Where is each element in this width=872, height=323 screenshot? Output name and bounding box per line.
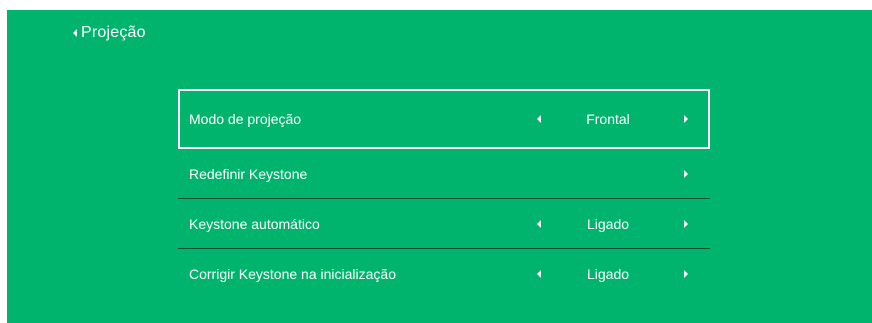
menu-item-startup-keystone[interactable]: Corrigir Keystone na inicialização Ligad… <box>178 249 710 299</box>
caret-right-icon[interactable] <box>684 219 688 228</box>
caret-left-icon[interactable] <box>537 219 541 228</box>
menu-item-label: Modo de projeção <box>189 111 302 127</box>
caret-left-icon[interactable] <box>537 270 541 278</box>
caret-right-icon[interactable] <box>684 270 688 278</box>
menu-item-label: Corrigir Keystone na inicialização <box>189 266 396 282</box>
menu-item-value: Frontal <box>586 111 630 127</box>
caret-left-icon[interactable] <box>537 115 541 123</box>
back-button[interactable]: Projeção <box>73 23 146 43</box>
menu-item-projection-mode[interactable]: Modo de projeção Frontal <box>178 89 710 149</box>
page-title: Projeção <box>81 24 146 41</box>
menu-item-label: Redefinir Keystone <box>189 165 308 182</box>
menu-item-auto-keystone[interactable]: Keystone automático Ligado <box>178 199 710 249</box>
caret-right-icon[interactable] <box>684 169 688 178</box>
menu-item-value: Ligado <box>586 266 630 282</box>
menu-item-value: Ligado <box>586 215 630 232</box>
menu-item-label: Keystone automático <box>189 215 320 232</box>
settings-menu: Modo de projeção Frontal Redefinir Keyst… <box>178 89 710 299</box>
projection-settings-screen: Projeção Modo de projeção Frontal Redefi… <box>7 10 872 323</box>
caret-left-icon <box>73 29 77 37</box>
caret-right-icon[interactable] <box>684 115 688 123</box>
menu-item-reset-keystone[interactable]: Redefinir Keystone <box>178 149 710 199</box>
